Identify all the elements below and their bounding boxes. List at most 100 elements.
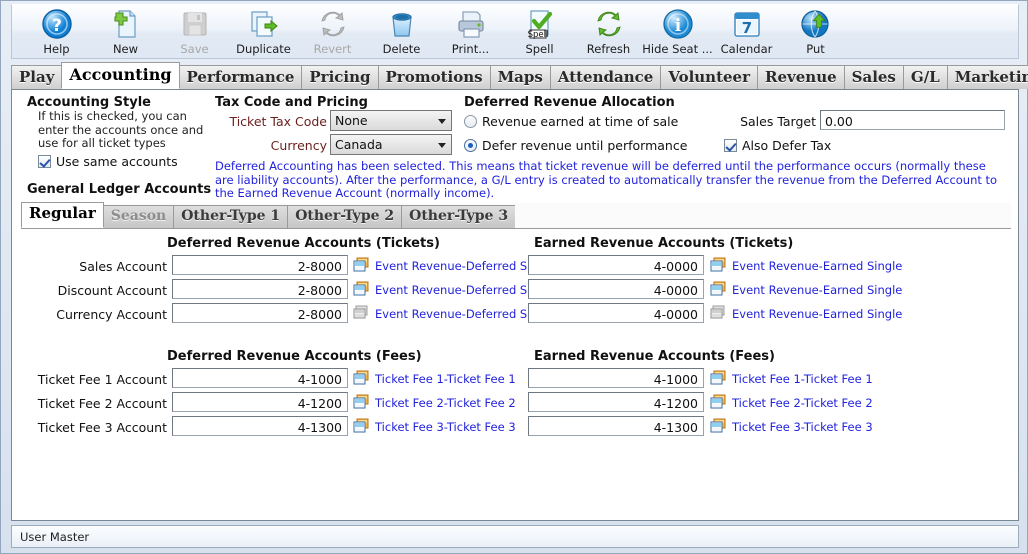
tab-marketing[interactable]: Marketing: [946, 65, 1028, 89]
tickets-earned-account-link[interactable]: Event Revenue-Earned Single: [732, 283, 902, 297]
toolbar-button-refresh[interactable]: Refresh: [580, 5, 637, 58]
new-page-icon: [110, 8, 142, 40]
value: 2-8000: [297, 258, 342, 274]
tickets-earned-lookup-icon[interactable]: [710, 257, 727, 272]
fees-deferred-account-link[interactable]: Ticket Fee 1-Ticket Fee 1: [375, 372, 516, 386]
toolbar-button-delete[interactable]: Delete: [373, 5, 430, 58]
radio-revenue-at-sale-label: Revenue earned at time of sale: [482, 114, 679, 129]
fees-row-label: Ticket Fee 1 Account: [37, 372, 167, 387]
tickets-deferred-lookup-icon[interactable]: [353, 257, 370, 272]
toolbar-button-help[interactable]: ? Help: [28, 5, 85, 58]
fees-earned-account-link[interactable]: Ticket Fee 3-Ticket Fee 3: [732, 420, 873, 434]
tab-promotions[interactable]: Promotions: [377, 65, 491, 89]
fees-deferred-account-link[interactable]: Ticket Fee 3-Ticket Fee 3: [375, 420, 516, 434]
fees-earned-lookup-icon[interactable]: [710, 418, 727, 433]
help-icon: ?: [41, 8, 73, 40]
tab-revenue[interactable]: Revenue: [757, 65, 845, 89]
toolbar-button-label: Duplicate: [236, 42, 291, 56]
subtab-other-type-3[interactable]: Other-Type 3: [401, 205, 517, 228]
fees-earned-account-link[interactable]: Ticket Fee 2-Ticket Fee 2: [732, 396, 873, 410]
toolbar-button-put[interactable]: Put: [787, 5, 844, 58]
fees-deferred-input[interactable]: 4-1200: [172, 392, 348, 412]
tickets-deferred-lookup-icon[interactable]: [353, 281, 370, 296]
fees-deferred-lookup-icon[interactable]: [353, 370, 370, 385]
tab-maps[interactable]: Maps: [489, 65, 551, 89]
subtab-other-type-2[interactable]: Other-Type 2: [287, 205, 403, 228]
tickets-earned-input[interactable]: 4-0000: [528, 279, 704, 299]
svg-text:i: i: [674, 16, 681, 36]
tab-accounting[interactable]: Accounting: [61, 62, 180, 89]
toolbar-button-spell[interactable]: Spell Spell: [511, 5, 568, 58]
chevron-down-icon: [438, 119, 446, 124]
toolbar-button-duplicate[interactable]: Duplicate: [235, 5, 292, 58]
also-defer-tax-checkbox[interactable]: Also Defer Tax: [724, 138, 831, 153]
accounting-style-note: If this is checked, you can enter the ac…: [38, 109, 204, 150]
subtab-other-type-1[interactable]: Other-Type 1: [173, 205, 289, 228]
fees-deferred-account-link[interactable]: Ticket Fee 2-Ticket Fee 2: [375, 396, 516, 410]
main-toolbar: ? Help New Save Duplicate Revert Delete Print..…: [11, 4, 1019, 59]
subtab-season[interactable]: Season: [102, 205, 175, 228]
tickets-deferred-input[interactable]: 2-8000: [172, 303, 348, 323]
fees-deferred-input[interactable]: 4-1300: [172, 416, 348, 436]
tickets-earned-input[interactable]: 4-0000: [528, 303, 704, 323]
tab-g-l[interactable]: G/L: [902, 65, 948, 89]
currency-select[interactable]: Canada: [330, 134, 452, 155]
tab-pricing[interactable]: Pricing: [301, 65, 379, 89]
refresh-arrows-icon: [593, 8, 625, 40]
tab-play[interactable]: Play: [11, 65, 63, 89]
tax-code-pricing-title: Tax Code and Pricing: [215, 95, 368, 110]
tickets-earned-lookup-icon[interactable]: [710, 281, 727, 296]
toolbar-button-label: Put: [806, 42, 825, 56]
fees-earned-lookup-icon[interactable]: [710, 394, 727, 409]
toolbar-button-label: Hide Seat ...: [642, 42, 713, 56]
fees-row-label: Ticket Fee 3 Account: [37, 420, 167, 435]
deferred-accounting-info-note: Deferred Accounting has been selected. T…: [215, 159, 998, 200]
use-same-accounts-checkbox[interactable]: Use same accounts: [38, 154, 178, 169]
fees-earned-input[interactable]: 4-1000: [528, 368, 704, 388]
fees-deferred-lookup-icon[interactable]: [353, 394, 370, 409]
toolbar-button-label: Delete: [382, 42, 421, 56]
tab-performance[interactable]: Performance: [178, 65, 303, 89]
tickets-row-label: Discount Account: [57, 283, 167, 298]
sales-target-input[interactable]: 0.00: [820, 110, 1005, 130]
ticket-tax-code-select[interactable]: None: [330, 110, 452, 131]
subtab-regular[interactable]: Regular: [21, 202, 104, 228]
tickets-earned-lookup-icon[interactable]: [710, 305, 727, 320]
ticket-type-subtab-strip: Regular Season Other-Type 1 Other-Type 2 Oth…: [21, 202, 1011, 229]
value: 2-8000: [297, 282, 342, 298]
value: 4-0000: [653, 282, 698, 298]
delete-trash-icon: [386, 8, 418, 40]
value: 4-1000: [653, 371, 698, 387]
tab-volunteer[interactable]: Volunteer: [660, 65, 759, 89]
tickets-earned-input[interactable]: 4-0000: [528, 255, 704, 275]
tab-sales[interactable]: Sales: [843, 65, 904, 89]
svg-text:7: 7: [741, 19, 751, 37]
duplicate-icon: [248, 8, 280, 40]
value: 4-1000: [297, 371, 342, 387]
toolbar-button-revert: Revert: [304, 5, 361, 58]
tickets-earned-account-link[interactable]: Event Revenue-Earned Single: [732, 307, 902, 321]
toolbar-button-calendar[interactable]: 7 Calendar: [718, 5, 775, 58]
radio-circle: [464, 115, 477, 128]
chevron-down-icon: [438, 143, 446, 148]
fees-deferred-lookup-icon[interactable]: [353, 418, 370, 433]
tab-attendance[interactable]: Attendance: [549, 65, 662, 89]
tickets-earned-account-link[interactable]: Event Revenue-Earned Single: [732, 259, 902, 273]
fees-earned-lookup-icon[interactable]: [710, 370, 727, 385]
subtab-filler: [515, 205, 1011, 228]
toolbar-button-hide-seat[interactable]: i Hide Seat ...: [642, 5, 713, 58]
tickets-deferred-lookup-icon[interactable]: [353, 305, 370, 320]
tickets-deferred-input[interactable]: 2-8000: [172, 255, 348, 275]
fees-earned-account-link[interactable]: Ticket Fee 1-Ticket Fee 1: [732, 372, 873, 386]
toolbar-button-save: Save: [166, 5, 223, 58]
toolbar-button-new[interactable]: New: [97, 5, 154, 58]
checkbox-box: [38, 155, 51, 168]
tickets-deferred-input[interactable]: 2-8000: [172, 279, 348, 299]
save-floppy-icon: [179, 8, 211, 40]
toolbar-button-print[interactable]: Print...: [442, 5, 499, 58]
radio-revenue-at-sale[interactable]: Revenue earned at time of sale: [464, 114, 678, 129]
fees-earned-input[interactable]: 4-1200: [528, 392, 704, 412]
fees-earned-input[interactable]: 4-1300: [528, 416, 704, 436]
fees-deferred-input[interactable]: 4-1000: [172, 368, 348, 388]
radio-defer-until-performance[interactable]: Defer revenue until performance: [464, 138, 687, 153]
